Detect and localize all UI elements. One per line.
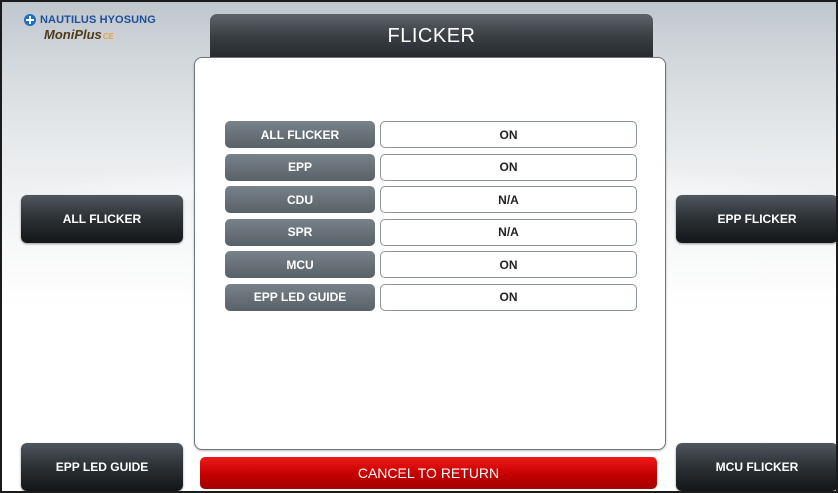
epp-flicker-button[interactable]: EPP FLICKER <box>676 195 836 243</box>
status-row-spr: SPR N/A <box>225 218 637 246</box>
status-label: EPP <box>225 153 375 181</box>
status-value: ON <box>380 251 637 278</box>
status-label: EPP LED GUIDE <box>225 283 375 311</box>
brand-logo: NAUTILUS HYOSUNG MoniPlus CE <box>24 14 194 54</box>
globe-icon <box>24 14 36 26</box>
mcu-flicker-button[interactable]: MCU FLICKER <box>676 443 836 491</box>
status-value: ON <box>380 121 637 148</box>
status-label: CDU <box>225 186 375 213</box>
product-logo: MoniPlus CE <box>44 27 194 42</box>
company-logo: NAUTILUS HYOSUNG <box>24 14 194 26</box>
status-label: ALL FLICKER <box>225 121 375 148</box>
status-row-epp-led-guide: EPP LED GUIDE ON <box>225 283 637 311</box>
page-title: FLICKER <box>210 14 653 59</box>
status-row-cdu: CDU N/A <box>225 186 637 213</box>
atm-screen: NAUTILUS HYOSUNG MoniPlus CE FLICKER ALL … <box>0 0 838 493</box>
status-table: ALL FLICKER ON EPP ON CDU N/A SPR N/A MC… <box>225 121 637 316</box>
all-flicker-button[interactable]: ALL FLICKER <box>21 195 183 243</box>
status-value: ON <box>380 283 637 311</box>
status-value: ON <box>380 153 637 181</box>
status-label: SPR <box>225 218 375 246</box>
cancel-button[interactable]: CANCEL TO RETURN <box>200 457 657 489</box>
status-row-epp: EPP ON <box>225 153 637 181</box>
epp-led-guide-button[interactable]: EPP LED GUIDE <box>21 443 183 491</box>
product-name: MoniPlus <box>44 27 102 42</box>
status-label: MCU <box>225 251 375 278</box>
status-value: N/A <box>380 218 637 246</box>
status-row-all-flicker: ALL FLICKER ON <box>225 121 637 148</box>
product-suffix: CE <box>102 32 114 41</box>
status-row-mcu: MCU ON <box>225 251 637 278</box>
company-name: NAUTILUS HYOSUNG <box>40 14 156 26</box>
status-value: N/A <box>380 186 637 213</box>
